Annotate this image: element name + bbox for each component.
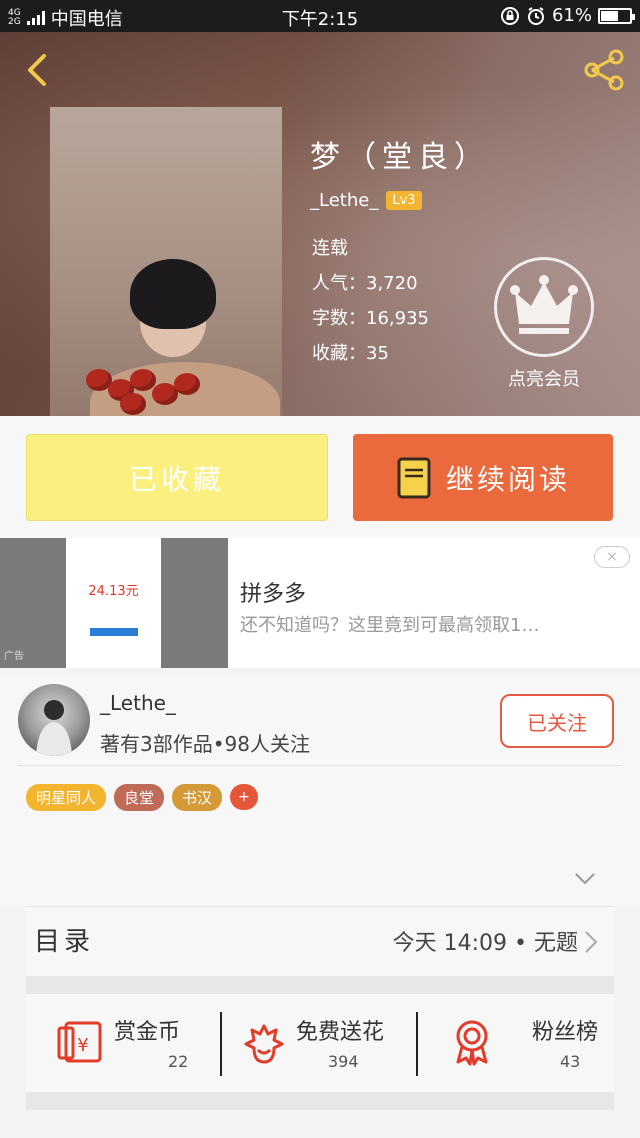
book-status: 连载: [312, 238, 348, 259]
ad-banner[interactable]: 24.13元 广告 拼多多 还不知道吗？这里竟到可最高领取1… ×: [0, 538, 640, 668]
book-title: 梦（堂良）: [310, 140, 490, 175]
book-cover[interactable]: [50, 107, 282, 416]
vip-label[interactable]: 点亮会员: [494, 365, 594, 391]
book-author[interactable]: _Lethe_: [310, 190, 378, 211]
stats-row: ¥ 赏金币 22 免费送花 394 粉丝榜 43: [26, 994, 614, 1092]
cover-rose: [174, 373, 200, 395]
reward-coins-value: 22: [168, 1052, 189, 1071]
catalog-title: 目录: [34, 927, 95, 957]
crown-icon: [510, 275, 578, 334]
book-word-count: 字数：16,935: [312, 308, 429, 329]
cover-figure-hair: [130, 259, 216, 329]
add-tag-button[interactable]: +: [230, 784, 259, 810]
cover-rose: [130, 369, 156, 391]
collected-button[interactable]: 已收藏: [26, 434, 328, 521]
tag-item[interactable]: 良堂: [114, 784, 165, 811]
chevron-right-icon: [585, 931, 598, 953]
follow-button[interactable]: 已关注: [500, 694, 614, 748]
divider: [18, 765, 622, 766]
action-bar: 已收藏 继续阅读: [0, 416, 640, 538]
status-right: 61%: [500, 5, 635, 26]
avatar-figure: [36, 700, 72, 756]
flower-icon: [244, 1024, 284, 1064]
stat-separator: [416, 1012, 418, 1076]
status-bar: 4G 2G 中国电信 下午2:15 61%: [0, 0, 640, 32]
author-name[interactable]: _Lethe_: [100, 691, 176, 715]
ad-close-button[interactable]: ×: [594, 546, 630, 568]
author-stats: 著有3部作品•98人关注: [100, 732, 310, 756]
stat-separator: [220, 1012, 222, 1076]
section-gap: [26, 976, 614, 994]
ribbon-badge-icon: [456, 1020, 488, 1066]
author-avatar[interactable]: [18, 684, 90, 756]
free-flower-label: 免费送花: [296, 1020, 385, 1045]
tag-item[interactable]: 明星同人: [26, 784, 107, 811]
book-favorites: 收藏：35: [312, 343, 389, 364]
ad-phone-screen: [66, 538, 161, 668]
section-gap: [26, 1092, 614, 1110]
ad-image-button: [90, 628, 138, 636]
continue-reading-label: 继续阅读: [445, 462, 570, 496]
book-header: 梦（堂良） _Lethe_ Lv3 连载 人气：3,720 字数：16,935 …: [0, 32, 640, 416]
reward-coins[interactable]: ¥ 赏金币 22: [56, 994, 226, 1092]
chevron-left-icon[interactable]: [18, 50, 58, 90]
catalog-row[interactable]: 目录 今天 14:09 • 无题: [26, 906, 614, 976]
chevron-down-icon[interactable]: [574, 872, 596, 886]
alarm-icon: [527, 6, 544, 25]
tag-list: 明星同人 良堂 书汉 +: [26, 784, 259, 811]
fan-ranking-value: 43: [560, 1052, 581, 1071]
author-section: _Lethe_ 著有3部作品•98人关注 已关注 明星同人 良堂 书汉 +: [0, 676, 640, 906]
share-icon[interactable]: [580, 46, 628, 94]
cover-rose: [120, 393, 146, 415]
book-icon: [397, 457, 431, 498]
continue-reading-button[interactable]: 继续阅读: [353, 434, 613, 521]
fan-ranking-label: 粉丝榜: [532, 1020, 599, 1045]
battery-icon: [598, 7, 635, 24]
ad-amount: 24.13元: [88, 584, 139, 599]
lock-rotation-icon: [500, 6, 519, 25]
battery-percent: 61%: [551, 5, 592, 26]
ad-description: 还不知道吗？这里竟到可最高领取1…: [240, 615, 540, 636]
ad-tag: 广告: [4, 651, 24, 662]
free-flower-value: 394: [328, 1052, 359, 1071]
tag-item[interactable]: 书汉: [172, 784, 223, 811]
level-badge: Lv3: [386, 191, 422, 210]
red-envelope-icon: ¥: [57, 1021, 102, 1063]
fan-ranking[interactable]: 粉丝榜 43: [452, 994, 612, 1092]
reward-coins-label: 赏金币: [114, 1020, 181, 1045]
ad-image: 24.13元 广告: [0, 538, 228, 668]
vip-crown-button[interactable]: [494, 257, 594, 357]
free-flower[interactable]: 免费送花 394: [244, 994, 414, 1092]
ad-title: 拼多多: [240, 582, 307, 607]
svg-text:¥: ¥: [77, 1035, 88, 1056]
book-author-line: _Lethe_ Lv3: [310, 190, 422, 211]
catalog-latest-chapter: 今天 14:09 • 无题: [392, 931, 578, 956]
book-popularity: 人气：3,720: [312, 273, 418, 294]
